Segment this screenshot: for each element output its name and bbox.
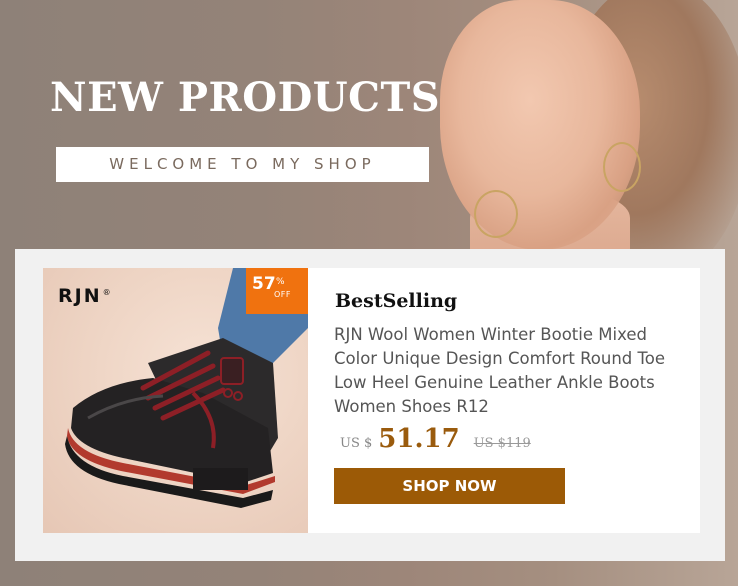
earring-image — [474, 190, 518, 238]
brand-registered-mark: ® — [102, 287, 113, 297]
currency-label: US $ — [340, 436, 373, 451]
price-row: US $ 51.17 US $119 — [340, 424, 531, 454]
brand-logo: RJN® — [58, 285, 113, 307]
product-title[interactable]: RJN Wool Women Winter Bootie Mixed Color… — [334, 323, 694, 419]
banner-headline: NEW PRODUCTS — [50, 74, 441, 121]
original-price: US $119 — [473, 436, 531, 451]
bestselling-tag: BestSelling — [335, 290, 458, 312]
model-face-image — [440, 0, 640, 250]
current-price: 51.17 — [378, 424, 460, 454]
promo-banner: NEW PRODUCTS WELCOME TO MY SHOP RJN® 57 … — [0, 0, 738, 586]
discount-percent: % — [276, 277, 285, 287]
discount-value: 57 — [252, 274, 276, 294]
discount-badge: 57 % OFF — [246, 268, 308, 314]
welcome-label: WELCOME TO MY SHOP — [56, 147, 429, 182]
discount-off-label: OFF — [274, 290, 291, 299]
brand-logo-text: RJN — [58, 285, 102, 307]
shop-now-button[interactable]: SHOP NOW — [334, 468, 565, 504]
earring-image — [603, 142, 641, 192]
